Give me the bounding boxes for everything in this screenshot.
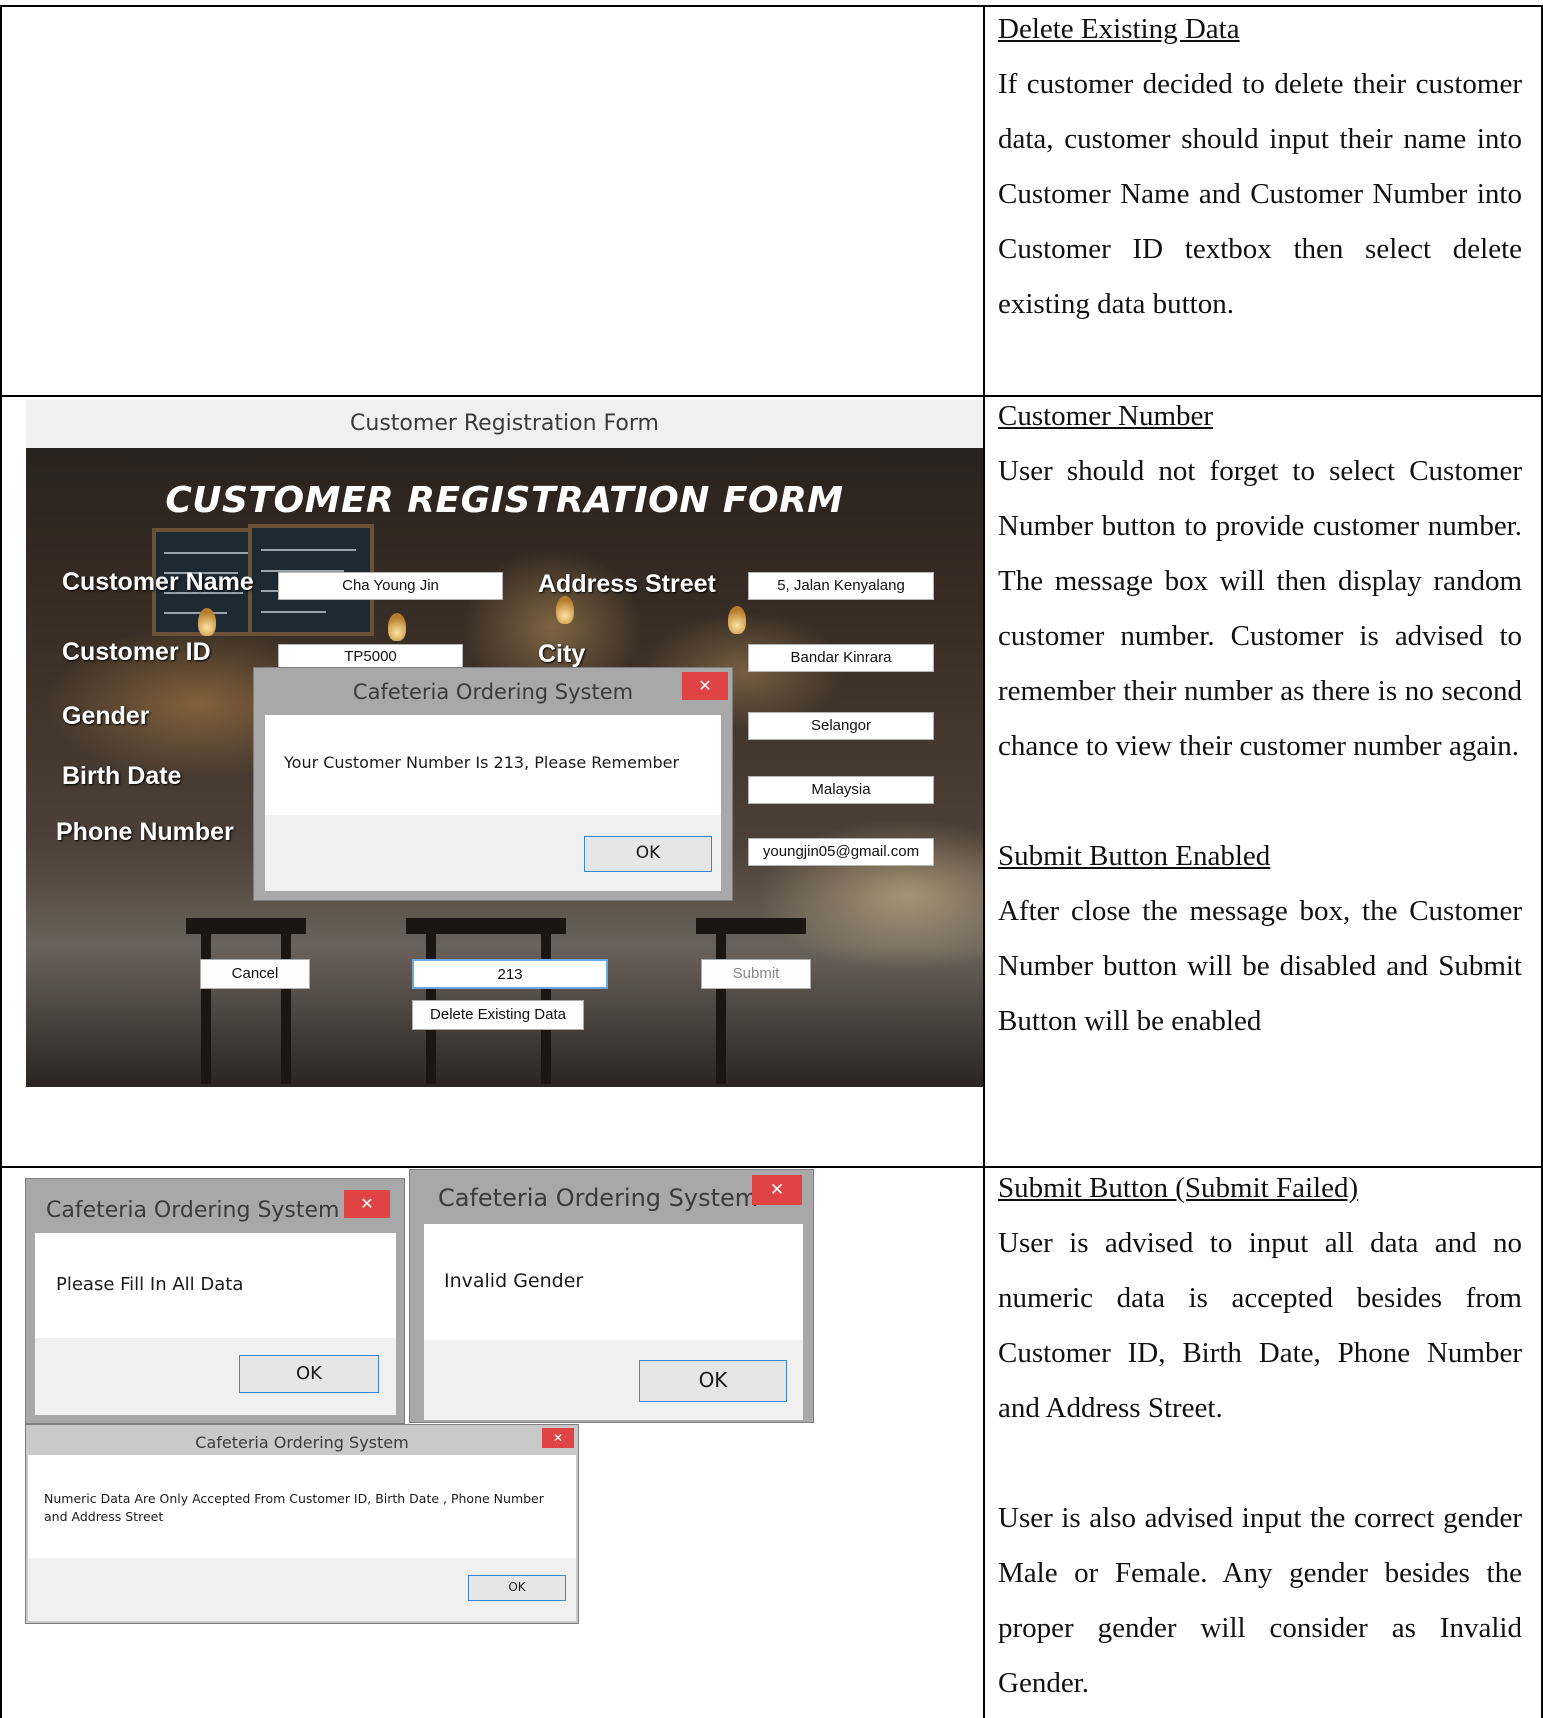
customer-number-field[interactable]: 213	[412, 959, 608, 989]
section-body: If customer decided to delete their cust…	[998, 68, 1522, 320]
pendant-lamp	[556, 596, 574, 624]
table-column-divider	[983, 5, 985, 1718]
section-customer-number-text: Customer Number User should not forget t…	[998, 389, 1522, 1049]
section-body-2: User is also advised input the correct g…	[998, 1502, 1522, 1699]
fill-all-data-dialog: Cafeteria Ordering System ✕ Please Fill …	[26, 1179, 404, 1423]
close-icon[interactable]: ✕	[682, 672, 728, 700]
pendant-lamp	[198, 608, 216, 636]
dialog-title: Cafeteria Ordering System	[46, 1198, 340, 1223]
dialog-message-line-2: and Address Street	[44, 1509, 164, 1524]
country-field[interactable]: Malaysia	[748, 776, 934, 804]
stool	[406, 918, 566, 934]
stool	[696, 918, 806, 934]
phone-number-label: Phone Number	[56, 818, 234, 846]
numeric-data-dialog: Cafeteria Ordering System ✕ Numeric Data…	[26, 1425, 578, 1623]
customer-id-label: Customer ID	[62, 638, 211, 666]
registration-window: Customer Registration Form CUSTOMER REGI…	[26, 400, 983, 1087]
dialog-message: Invalid Gender	[444, 1270, 584, 1292]
address-street-label: Address Street	[538, 570, 716, 598]
cancel-button[interactable]: Cancel	[200, 959, 310, 989]
ok-button[interactable]: OK	[239, 1355, 379, 1393]
submit-button[interactable]: Submit	[701, 959, 811, 989]
section-delete-text: Delete Existing Data If customer decided…	[998, 2, 1522, 332]
dialog-title: Cafeteria Ordering System	[195, 1433, 409, 1452]
section-body-2: After close the message box, the Custome…	[998, 895, 1522, 1037]
table-border-right	[1541, 5, 1543, 1718]
customer-number-dialog: Cafeteria Ordering System ✕ Your Custome…	[254, 668, 732, 900]
customer-id-field[interactable]: TP5000	[278, 644, 463, 670]
section-heading: Delete Existing Data	[998, 13, 1240, 45]
address-street-field[interactable]: 5, Jalan Kenyalang	[748, 572, 934, 600]
form-heading: CUSTOMER REGISTRATION FORM	[165, 480, 844, 521]
section-heading: Submit Button (Submit Failed)	[998, 1172, 1359, 1204]
pendant-lamp	[728, 606, 746, 634]
stool	[201, 934, 211, 1084]
stool	[281, 934, 291, 1084]
section-submit-failed-text: Submit Button (Submit Failed) User is ad…	[998, 1161, 1522, 1711]
dialog-message: Your Customer Number Is 213, Please Reme…	[284, 753, 680, 772]
delete-existing-data-button[interactable]: Delete Existing Data	[412, 1000, 584, 1030]
customer-name-field[interactable]: Cha Young Jin	[278, 572, 503, 600]
birth-date-label: Birth Date	[62, 762, 182, 790]
section-heading: Customer Number	[998, 400, 1214, 432]
city-field[interactable]: Bandar Kinrara	[748, 644, 934, 672]
invalid-gender-dialog: Cafeteria Ordering System ✕ Invalid Gend…	[410, 1170, 813, 1422]
pendant-lamp	[388, 613, 406, 641]
section-body: User is advised to input all data and no…	[998, 1227, 1522, 1424]
dialog-title: Cafeteria Ordering System	[352, 680, 634, 704]
city-label: City	[538, 640, 586, 668]
customer-name-label: Customer Name	[62, 568, 254, 596]
ok-button[interactable]: OK	[468, 1575, 566, 1601]
gender-label: Gender	[62, 702, 150, 730]
close-icon[interactable]: ✕	[542, 1428, 574, 1448]
dialog-message: Please Fill In All Data	[56, 1274, 244, 1295]
table-border-left	[0, 5, 2, 1718]
dialog-body	[28, 1455, 576, 1558]
stool	[186, 918, 306, 934]
close-icon[interactable]: ✕	[752, 1175, 802, 1205]
section-body: User should not forget to select Custome…	[998, 455, 1522, 762]
ok-button[interactable]: OK	[639, 1360, 787, 1402]
state-field[interactable]: Selangor	[748, 712, 934, 740]
ok-button[interactable]: OK	[584, 836, 712, 872]
close-icon[interactable]: ✕	[344, 1190, 390, 1218]
dialog-title: Cafeteria Ordering System	[438, 1184, 759, 1212]
stool	[716, 934, 726, 1084]
section-subheading: Submit Button Enabled	[998, 840, 1271, 872]
window-title: Customer Registration Form	[350, 411, 659, 436]
email-field[interactable]: youngjin05@gmail.com	[748, 838, 934, 866]
document-page: Delete Existing Data If customer decided…	[0, 0, 1543, 1718]
dialog-message-line-1: Numeric Data Are Only Accepted From Cust…	[44, 1491, 544, 1506]
